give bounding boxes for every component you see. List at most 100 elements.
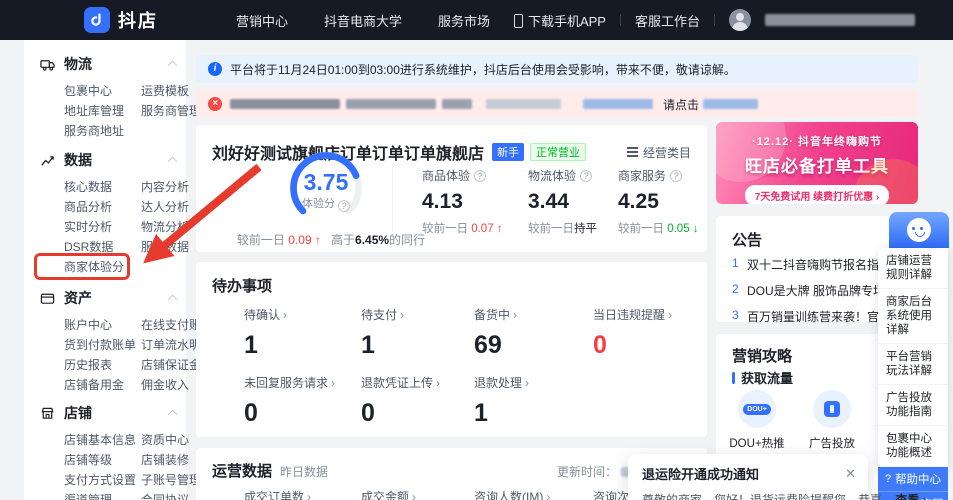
todo-label[interactable]: 未回复服务请求: [244, 374, 361, 391]
redacted-link[interactable]: [703, 99, 758, 109]
todo-title: 待办事项: [212, 275, 272, 296]
error-fragment-text: 请点击: [663, 96, 699, 113]
sidebar-item-qualification-center[interactable]: 资质中心: [141, 434, 201, 447]
todo-refund-voucher: 退款凭证上传 0: [361, 374, 474, 428]
sidebar-item-freight-template[interactable]: 运费模板: [141, 85, 201, 98]
faq-package-center[interactable]: 包裹中心功能概述: [878, 426, 948, 467]
sidebar-group-assets: 资产 账户中心 在线支付账单 货到付款账单 订单流水明细 历史报表 店铺保证金 …: [40, 290, 180, 392]
announcement-title: 公告: [732, 229, 762, 250]
sidebar-group-header-shop[interactable]: 店铺: [40, 405, 180, 421]
help-icon[interactable]: [580, 170, 592, 182]
app-logo[interactable]: 抖店: [84, 7, 158, 33]
experience-score-gauge: 3.75 体验分 较前一日 0.09 ↑ 高于6.45%的同行: [226, 143, 426, 243]
faq-marketing-play[interactable]: 平台营销玩法详解: [878, 344, 948, 385]
faq-ad-guide[interactable]: 广告投放功能指南: [878, 385, 948, 426]
sidebar-item-cod-bill[interactable]: 货到付款账单: [64, 339, 141, 352]
faq-shop-rules[interactable]: 店铺运营规则详解: [878, 248, 948, 289]
experience-score-label: 体验分: [283, 195, 369, 212]
toast-notification: 退运险开通成功通知 ✕ 尊敬的商家，您好！退货运费险提醒您，恭喜... 查看 ›: [628, 454, 868, 500]
sidebar-item-contract-agreement[interactable]: 合同协议: [141, 494, 201, 500]
chevron-up-icon[interactable]: [168, 157, 178, 167]
todo-label[interactable]: 退款处理: [474, 374, 593, 391]
chevron-up-icon[interactable]: [168, 61, 178, 71]
sidebar-item-history-report[interactable]: 历史报表: [64, 359, 141, 372]
sidebar-group-header-data[interactable]: 数据: [40, 152, 180, 168]
chevron-up-icon[interactable]: [168, 295, 178, 305]
promo-trial-pill[interactable]: 7天免费试用 续费打折优惠 ›: [745, 185, 889, 204]
ops-subtitle: 昨日数据: [280, 463, 328, 480]
nav-service-market[interactable]: 服务市场: [438, 11, 490, 30]
ops-title: 运营数据: [212, 460, 272, 481]
sidebar-item-dsr-data[interactable]: DSR数据: [64, 241, 141, 254]
helper-robot-header[interactable]: [889, 212, 949, 248]
sidebar-item-logistics-analysis[interactable]: 物流分析: [141, 221, 189, 234]
download-app-link[interactable]: 下载手机APP: [514, 11, 606, 30]
business-category-link[interactable]: 经营类目: [625, 144, 691, 161]
robot-assistant-icon: [907, 218, 931, 242]
sidebar-item-product-analysis[interactable]: 商品分析: [64, 201, 141, 214]
wallet-icon: [40, 291, 55, 306]
item-number: 1: [732, 256, 740, 273]
nav-ecommerce-college[interactable]: 抖音电商大学: [324, 11, 402, 30]
help-icon[interactable]: [670, 170, 682, 182]
tool-dou-plus[interactable]: DOU+ DOU+热推: [728, 390, 786, 451]
sidebar-item-address-library[interactable]: 地址库管理: [64, 105, 141, 118]
todo-label[interactable]: 备货中: [474, 306, 593, 323]
sidebar-group-header-logistics[interactable]: 物流: [40, 56, 180, 72]
chart-icon: [40, 153, 55, 168]
dashboard-page: 抖店 营销中心 抖音电商大学 服务市场 下载手机APP 客服工作台 物流 包裹中…: [0, 0, 953, 500]
todo-label[interactable]: 待支付: [361, 306, 474, 323]
ops-col-im-users[interactable]: 咨询人数(IM): [474, 488, 593, 500]
sidebar-group-header-assets[interactable]: 资产: [40, 290, 180, 306]
section-get-traffic: 获取流量: [732, 368, 793, 387]
sidebar-item-subaccount-mgmt[interactable]: 子账号管理: [141, 474, 201, 487]
todo-label[interactable]: 待确认: [244, 306, 361, 323]
sidebar-item-realtime-analysis[interactable]: 实时分析: [64, 221, 141, 234]
todo-label[interactable]: 退款凭证上传: [361, 374, 474, 391]
section-bar: [732, 372, 735, 384]
help-icon[interactable]: [338, 200, 350, 212]
sidebar-items-shop: 店铺基本信息 资质中心 店铺等级 店铺装修 支付方式设置 子账号管理 渠道管理 …: [40, 434, 180, 500]
sidebar-item-payment-settings[interactable]: 支付方式设置: [64, 474, 141, 487]
error-alert-banner: 请点击: [196, 90, 918, 118]
chevron-up-icon[interactable]: [168, 410, 178, 420]
sidebar-item-core-data[interactable]: 核心数据: [64, 181, 141, 194]
status-badge: 正常营业: [530, 143, 586, 161]
todo-unanswered-requests: 未回复服务请求 0: [244, 374, 361, 428]
close-icon[interactable]: ✕: [845, 466, 856, 482]
sidebar-item-influencer-analysis[interactable]: 达人分析: [141, 201, 189, 214]
help-icon[interactable]: [474, 170, 486, 182]
todo-label[interactable]: 当日违规提醒: [593, 306, 672, 323]
sidebar-item-provider-address[interactable]: 服务商地址: [64, 125, 141, 138]
sidebar-item-shop-basic-info[interactable]: 店铺基本信息: [64, 434, 141, 447]
item-number: 2: [732, 282, 740, 299]
experience-score-value: 3.75: [283, 169, 369, 196]
sidebar-item-content-analysis[interactable]: 内容分析: [141, 181, 189, 194]
redacted-text: [486, 99, 561, 109]
sidebar-item-package-center[interactable]: 包裹中心: [64, 85, 141, 98]
sidebar-item-account-center[interactable]: 账户中心: [64, 319, 141, 332]
sidebar-item-shop-decoration[interactable]: 店铺装修: [141, 454, 201, 467]
sidebar-item-shop-level[interactable]: 店铺等级: [64, 454, 141, 467]
toast-view-link[interactable]: 查看 ›: [895, 493, 926, 500]
ops-col-orders[interactable]: 成交订单数: [244, 488, 361, 500]
promo-banner-1212[interactable]: ·12.12· 抖音年终嗨购节 旺店必备打单工具 7天免费试用 续费打折优惠 ›: [716, 122, 918, 204]
nav-marketing-center[interactable]: 营销中心: [236, 11, 288, 30]
sidebar-items-assets: 账户中心 在线支付账单 货到付款账单 订单流水明细 历史报表 店铺保证金 店铺备…: [40, 319, 180, 392]
sidebar-item-shop-reserve[interactable]: 店铺备用金: [64, 379, 141, 392]
service-workbench-link[interactable]: 客服工作台: [635, 11, 700, 30]
sidebar-item-merchant-experience-score[interactable]: 商家体验分: [64, 261, 141, 274]
helper-faq-list: 店铺运营规则详解 商家后台系统使用详解 平台营销玩法详解 广告投放功能指南 包裹…: [878, 248, 948, 467]
redacted-text: [583, 99, 653, 109]
faq-backend-usage[interactable]: 商家后台系统使用详解: [878, 289, 948, 344]
help-center-button[interactable]: ? 帮助中心: [878, 467, 948, 492]
ad-icon: [813, 390, 851, 428]
tool-ad-placement[interactable]: 广告投放: [803, 390, 861, 451]
sidebar-item-provider-mgmt[interactable]: 服务商管理: [141, 105, 201, 118]
sidebar-item-channel-mgmt[interactable]: 渠道管理: [64, 494, 141, 500]
left-sidebar: 物流 包裹中心 运费模板 地址库管理 服务商管理 服务商地址 数据 核心数据 内…: [24, 40, 186, 500]
todo-card: 待办事项 待确认 1 待支付 1 备货中 69 当日违规提醒 0 未回复服务请求…: [196, 262, 707, 437]
user-avatar[interactable]: [729, 9, 751, 31]
ops-col-gmv[interactable]: 成交金额: [361, 488, 474, 500]
sidebar-item-service-data[interactable]: 服务数据: [141, 241, 189, 254]
